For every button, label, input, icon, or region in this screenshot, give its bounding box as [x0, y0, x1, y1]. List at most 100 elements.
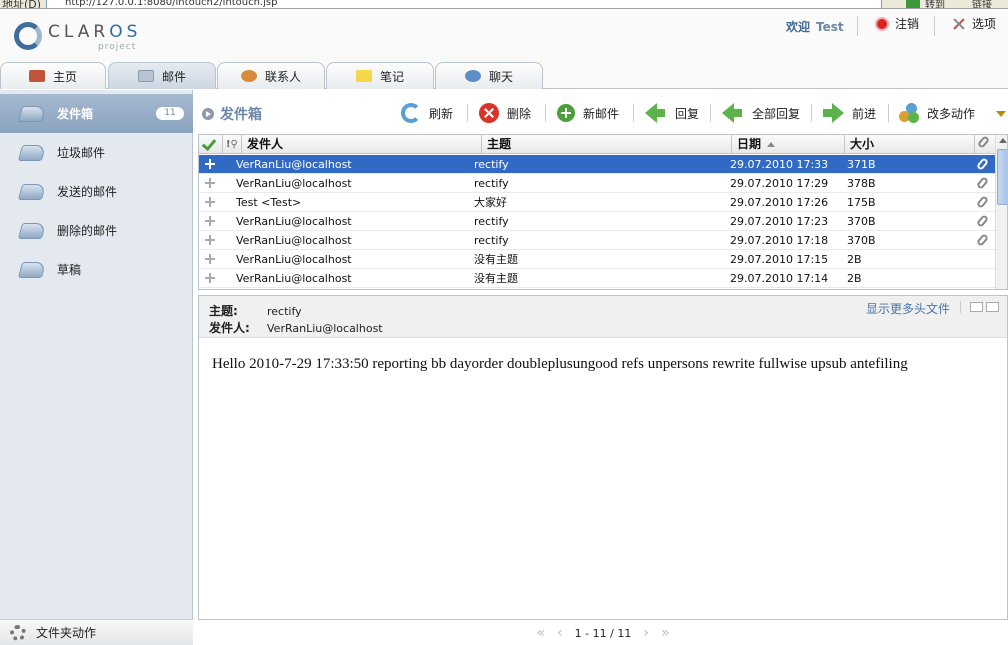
- app-header: CLAROS project 欢迎 Test 注销 选项: [0, 10, 1008, 62]
- attachment-icon: [975, 176, 990, 190]
- folder-trash[interactable]: 删除的邮件: [0, 211, 193, 250]
- attachment-icon: [975, 233, 990, 247]
- logo-circle-icon: [14, 22, 42, 50]
- tab-chat[interactable]: 聊天: [435, 62, 543, 89]
- username: Test: [816, 20, 844, 34]
- attachment-icon: [975, 157, 990, 171]
- message-row[interactable]: VerRanLiu@localhost rectify 29.07.2010 1…: [199, 174, 995, 193]
- address-input[interactable]: http://127.0.0.1:8080/intouch2/intouch.j…: [46, 0, 882, 8]
- forward-arrow-icon: [823, 103, 844, 123]
- notes-icon: [355, 70, 372, 82]
- chevron-down-icon[interactable]: [996, 111, 1006, 117]
- tab-notes[interactable]: 笔记: [326, 62, 434, 89]
- toolbar-divider: [888, 104, 889, 122]
- select-column-header[interactable]: [199, 135, 223, 154]
- message-list-scrollbar[interactable]: [995, 135, 1007, 289]
- prev-page-icon[interactable]: ‹: [557, 625, 563, 641]
- message-row[interactable]: VerRanLiu@localhost 没有主题 29.07.2010 17:1…: [199, 269, 995, 288]
- mail-icon: [137, 70, 154, 82]
- reply-all-button[interactable]: 全部回复: [722, 101, 800, 125]
- folder-drafts[interactable]: 草稿: [0, 250, 193, 289]
- chat-icon: [464, 70, 481, 82]
- delete-icon: [479, 103, 499, 123]
- last-page-icon[interactable]: »: [661, 625, 670, 641]
- first-page-icon[interactable]: «: [536, 625, 545, 641]
- options-button[interactable]: 选项: [952, 15, 996, 32]
- message-body: Hello 2010-7-29 17:33:50 reporting bb da…: [212, 356, 908, 372]
- forward-button[interactable]: 前进: [823, 101, 876, 125]
- preview-from: 发件人: VerRanLiu@localhost: [209, 321, 383, 335]
- pagination: « ‹ 1 - 11 / 11 › »: [198, 621, 1008, 645]
- message-preview: 主题: rectify 发件人: VerRanLiu@localhost 显示更多头…: [198, 295, 1008, 620]
- message-row[interactable]: VerRanLiu@localhost rectify 29.07.2010 1…: [199, 231, 995, 250]
- address-label: 地址(D): [2, 0, 42, 9]
- tab-contacts[interactable]: 联系人: [217, 62, 325, 89]
- expand-icon[interactable]: [205, 254, 215, 264]
- folder-icon: [17, 105, 47, 122]
- add-icon: [557, 104, 575, 122]
- folder-sent[interactable]: 发送的邮件: [0, 172, 193, 211]
- paperclip-icon: [976, 135, 991, 149]
- layout-split-icon[interactable]: [970, 302, 983, 312]
- power-icon: [875, 16, 889, 31]
- toolbar-divider: [467, 104, 468, 122]
- main-tabs: 主页 邮件 联系人 笔记 聊天: [0, 62, 1008, 89]
- folder-icon: [17, 183, 47, 200]
- expand-icon[interactable]: [205, 159, 215, 169]
- folder-sidebar: 发件箱 11 垃圾邮件 发送的邮件 删除的邮件 草稿 文件夹动作: [0, 90, 193, 645]
- date-column-header[interactable]: 日期: [732, 135, 845, 154]
- preview-divider: [960, 301, 961, 313]
- tools-icon: [952, 17, 966, 31]
- claros-logo: CLAROS project: [14, 20, 144, 60]
- page-range: 1 - 11 / 11: [574, 626, 632, 640]
- show-more-headers-link[interactable]: 显示更多头文件: [866, 300, 950, 317]
- subject-column-header[interactable]: 主题: [482, 135, 732, 154]
- actions-icon: [899, 103, 919, 123]
- toolbar-divider: [811, 104, 812, 122]
- reply-all-arrow-icon: [722, 103, 742, 123]
- message-row[interactable]: VerRanLiu@localhost rectify 29.07.2010 1…: [199, 155, 995, 174]
- folder-actions-button[interactable]: 文件夹动作: [0, 619, 193, 645]
- sort-ascending-icon: [767, 142, 776, 147]
- refresh-icon: [401, 103, 421, 123]
- message-list-header: !⚲ 发件人 主题 日期 大小: [199, 135, 995, 154]
- header-divider: [934, 16, 935, 36]
- tab-home[interactable]: 主页: [0, 62, 106, 89]
- delete-button[interactable]: 删除: [479, 101, 531, 125]
- folder-icon: [17, 222, 47, 239]
- reply-button[interactable]: 回复: [645, 101, 699, 125]
- next-page-icon[interactable]: ›: [643, 625, 649, 641]
- links-button[interactable]: 链接: [972, 0, 992, 8]
- checkmark-icon: [201, 135, 217, 152]
- layout-full-icon[interactable]: [986, 302, 999, 312]
- folder-spam[interactable]: 垃圾邮件: [0, 133, 193, 172]
- preview-header: 主题: rectify 发件人: VerRanLiu@localhost 显示更多头…: [199, 296, 1007, 338]
- home-icon: [28, 70, 45, 82]
- expand-icon[interactable]: [205, 216, 215, 226]
- tab-mail[interactable]: 邮件: [108, 62, 216, 89]
- flag-column-header[interactable]: !⚲: [223, 135, 242, 154]
- expand-icon[interactable]: [205, 235, 215, 245]
- attachment-column-header[interactable]: [975, 135, 995, 154]
- browser-address-bar: 地址(D) http://127.0.0.1:8080/intouch2/int…: [0, 0, 1008, 9]
- sender-column-header[interactable]: 发件人: [242, 135, 482, 154]
- message-row[interactable]: Test <Test> 大家好 29.07.2010 17:26 175B: [199, 193, 995, 212]
- size-column-header[interactable]: 大小: [845, 135, 975, 154]
- contacts-icon: [240, 70, 257, 82]
- expand-icon[interactable]: [205, 197, 215, 207]
- scroll-up-icon[interactable]: [999, 138, 1007, 143]
- change-action-button[interactable]: 改多动作: [899, 101, 975, 125]
- message-row[interactable]: VerRanLiu@localhost rectify 29.07.2010 1…: [199, 212, 995, 231]
- expand-icon[interactable]: [205, 273, 215, 283]
- refresh-button[interactable]: 刷新: [401, 101, 453, 125]
- message-row[interactable]: VerRanLiu@localhost 没有主题 29.07.2010 17:1…: [199, 250, 995, 269]
- go-button[interactable]: 转到: [925, 0, 945, 8]
- expand-icon[interactable]: [205, 178, 215, 188]
- folder-outbox[interactable]: 发件箱 11: [0, 94, 193, 133]
- welcome-text: 欢迎 Test: [786, 20, 844, 34]
- logout-button[interactable]: 注销: [875, 15, 919, 32]
- go-icon[interactable]: [906, 0, 920, 8]
- reply-arrow-icon: [645, 103, 665, 123]
- scrollbar-thumb[interactable]: [997, 149, 1007, 205]
- new-mail-button[interactable]: 新邮件: [557, 101, 619, 125]
